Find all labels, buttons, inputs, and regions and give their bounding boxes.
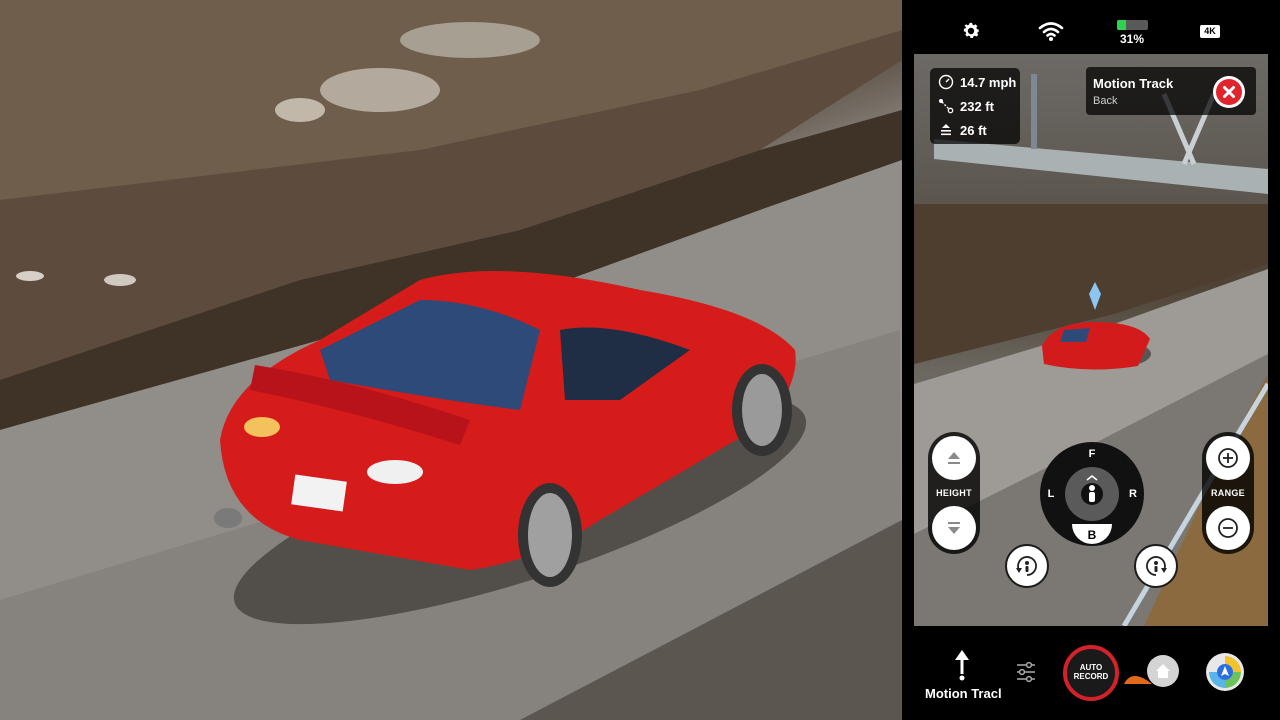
zoom-in-icon <box>1218 448 1238 468</box>
arrow-down-icon <box>948 522 960 534</box>
rotate-right-icon <box>1146 556 1167 576</box>
stop-tracking-button[interactable] <box>1213 76 1245 108</box>
zoom-out-icon <box>1218 518 1238 538</box>
range-increase-button[interactable] <box>1206 436 1250 480</box>
distance-value: 232 ft <box>960 98 994 114</box>
direction-front[interactable]: F <box>1084 448 1100 460</box>
speed-row: 14.7 mph <box>938 74 1016 90</box>
home-icon <box>1156 664 1170 678</box>
height-control: HEIGHT <box>928 432 980 554</box>
status-bar: 31% 4K <box>902 0 1280 54</box>
height-down-button[interactable] <box>932 506 976 550</box>
auto-record-button[interactable]: AUTO RECORD <box>1063 645 1119 701</box>
road-scene <box>0 0 902 720</box>
motion-track-card: Motion Track Back <box>1086 67 1256 115</box>
close-icon <box>1216 79 1242 105</box>
range-decrease-button[interactable] <box>1206 506 1250 550</box>
direction-back-selected[interactable]: B <box>1072 524 1112 544</box>
height-up-button[interactable] <box>932 436 976 480</box>
range-control: RANGE <box>1202 432 1254 554</box>
distance-icon <box>939 99 954 114</box>
compass-icon <box>1209 656 1241 688</box>
orbit-right-button[interactable] <box>1134 544 1178 588</box>
subject-icon <box>1081 475 1103 505</box>
battery-icon <box>1116 20 1148 30</box>
battery-indicator: 31% <box>1115 20 1149 50</box>
gear-icon[interactable] <box>960 20 982 47</box>
direction-right[interactable]: R <box>1125 488 1141 500</box>
speedometer-icon <box>938 74 954 90</box>
camera-viewport[interactable]: 14.7 mph 232 ft 26 ft Motion Track Back … <box>914 54 1268 626</box>
map-compass-button[interactable] <box>1206 653 1244 691</box>
arrow-up-icon <box>948 452 960 464</box>
altitude-value: 26 ft <box>960 122 987 138</box>
orbit-left-button[interactable] <box>1005 544 1049 588</box>
controller-panel: 31% 4K 14.7 mph 232 ft 26 ft Motion Trac… <box>902 0 1280 720</box>
aerial-photo <box>0 0 902 720</box>
altitude-icon <box>941 124 951 136</box>
battery-fill <box>1116 20 1127 30</box>
mode-arrow-icon[interactable] <box>953 648 971 687</box>
speed-value: 14.7 mph <box>960 74 1017 90</box>
telemetry-panel: 14.7 mph 232 ft 26 ft <box>930 68 1020 144</box>
resolution-badge: 4K <box>1200 25 1220 38</box>
distance-row: 232 ft <box>938 98 994 114</box>
rotate-left-icon <box>1016 556 1037 576</box>
mode-label[interactable]: Motion Tracl <box>925 686 1021 701</box>
return-home-button[interactable] <box>1147 655 1179 687</box>
dpad-center <box>1065 467 1119 521</box>
auto-record-line1: AUTO <box>1079 663 1103 672</box>
battery-percent: 31% <box>1119 32 1145 46</box>
range-label: RANGE <box>1210 488 1245 498</box>
sliders-icon[interactable] <box>1015 660 1037 689</box>
height-label: HEIGHT <box>936 488 972 498</box>
direction-selector[interactable]: F L R B <box>1040 442 1144 546</box>
auto-record-label: AUTO RECORD <box>1067 663 1115 681</box>
auto-record-line2: RECORD <box>1073 672 1109 681</box>
altitude-row: 26 ft <box>938 122 987 138</box>
wifi-icon <box>1038 20 1064 47</box>
direction-left[interactable]: L <box>1043 488 1059 500</box>
track-mode-title: Motion Track <box>1093 76 1174 91</box>
track-mode-direction: Back <box>1093 95 1118 107</box>
